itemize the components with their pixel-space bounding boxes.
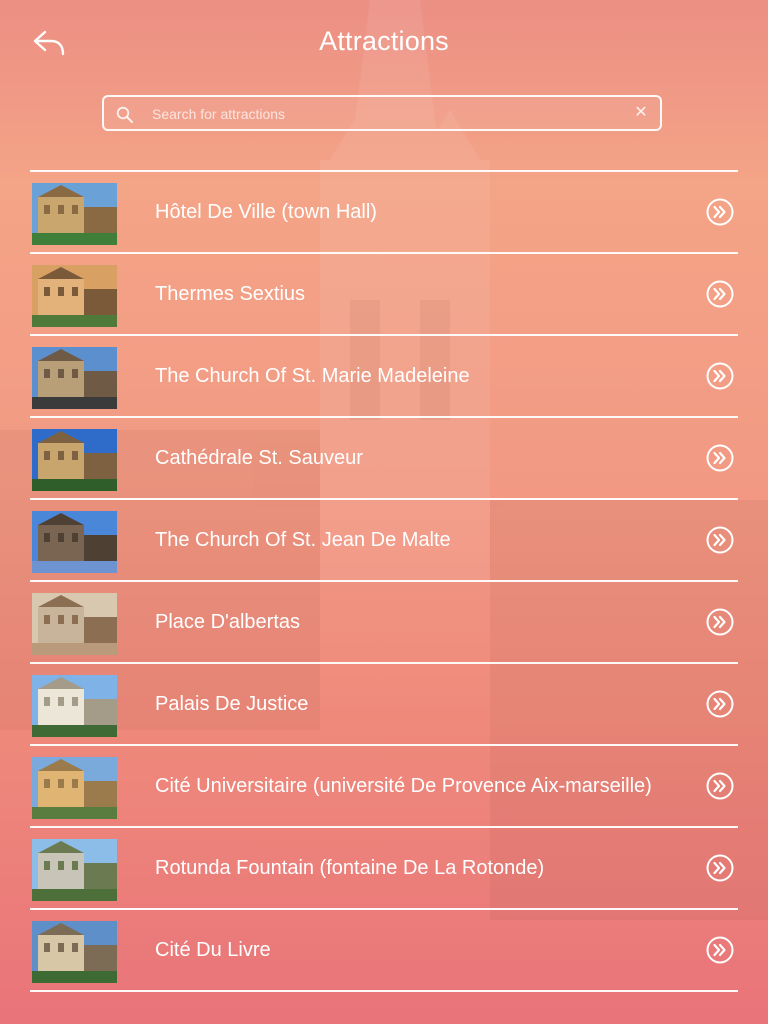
list-item[interactable]: Rotunda Fountain (fontaine De La Rotonde…	[30, 828, 738, 908]
double-chevron-right-icon[interactable]	[706, 280, 734, 308]
double-chevron-right-icon[interactable]	[706, 444, 734, 472]
list-divider	[30, 990, 738, 992]
header-bar: Attractions	[0, 0, 768, 86]
double-chevron-right-icon[interactable]	[706, 526, 734, 554]
attraction-name: Cité Du Livre	[155, 938, 271, 961]
search-icon	[116, 106, 133, 123]
attraction-thumbnail	[32, 347, 117, 409]
list-item[interactable]: Thermes Sextius	[30, 254, 738, 334]
attraction-name: Hôtel De Ville (town Hall)	[155, 200, 377, 223]
list-item[interactable]: Palais De Justice	[30, 664, 738, 744]
attraction-name: The Church Of St. Jean De Malte	[155, 528, 451, 551]
attraction-name: Place D'albertas	[155, 610, 300, 633]
attraction-name: Rotunda Fountain (fontaine De La Rotonde…	[155, 856, 545, 879]
attraction-thumbnail	[32, 757, 117, 819]
list-item[interactable]: The Church Of St. Jean De Malte	[30, 500, 738, 580]
double-chevron-right-icon[interactable]	[706, 608, 734, 636]
attraction-name: Cathédrale St. Sauveur	[155, 446, 363, 469]
double-chevron-right-icon[interactable]	[706, 772, 734, 800]
list-item[interactable]: Hôtel De Ville (town Hall)	[30, 172, 738, 252]
attractions-list: Hôtel De Ville (town Hall) Thermes Sextiu…	[30, 170, 738, 992]
page-title: Attractions	[319, 26, 449, 56]
list-item[interactable]: Cité Du Livre	[30, 910, 738, 990]
double-chevron-right-icon[interactable]	[706, 690, 734, 718]
attraction-thumbnail	[32, 839, 117, 901]
close-icon[interactable]: ✕	[632, 103, 650, 123]
double-chevron-right-icon[interactable]	[706, 936, 734, 964]
attraction-thumbnail	[32, 675, 117, 737]
attraction-name: Thermes Sextius	[155, 282, 306, 305]
attraction-name: Cité Universitaire (université De Proven…	[155, 774, 652, 797]
search-bar[interactable]: ✕	[102, 95, 662, 131]
attraction-thumbnail	[32, 511, 117, 573]
list-item[interactable]: Cité Universitaire (université De Proven…	[30, 746, 738, 826]
attraction-thumbnail	[32, 265, 117, 327]
attraction-thumbnail	[32, 921, 117, 983]
search-input[interactable]	[150, 97, 624, 131]
attraction-name: Palais De Justice	[155, 692, 309, 715]
attraction-thumbnail	[32, 593, 117, 655]
list-item[interactable]: Cathédrale St. Sauveur	[30, 418, 738, 498]
list-item[interactable]: The Church Of St. Marie Madeleine	[30, 336, 738, 416]
attraction-thumbnail	[32, 429, 117, 491]
attraction-name: The Church Of St. Marie Madeleine	[155, 364, 470, 387]
double-chevron-right-icon[interactable]	[706, 198, 734, 226]
list-item[interactable]: Place D'albertas	[30, 582, 738, 662]
double-chevron-right-icon[interactable]	[706, 362, 734, 390]
attraction-thumbnail	[32, 183, 117, 245]
double-chevron-right-icon[interactable]	[706, 854, 734, 882]
